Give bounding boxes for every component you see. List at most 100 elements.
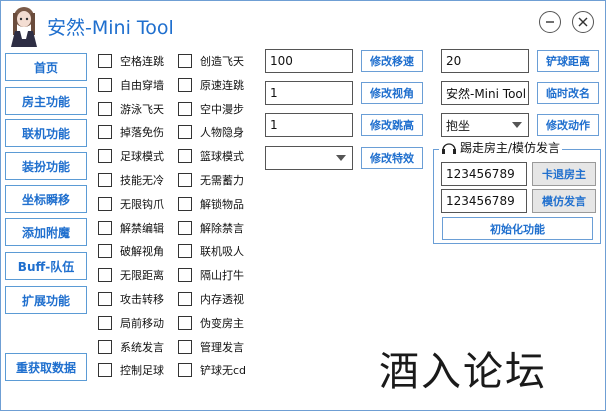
checkbox-box[interactable] (98, 101, 112, 116)
checkbox-label: 局前移动 (120, 316, 164, 330)
checkbox-box[interactable] (178, 77, 192, 92)
col1-checkbox-6[interactable]: 技能无冷 (98, 171, 164, 189)
col2-checkbox-11[interactable]: 内存透视 (178, 290, 244, 308)
checkbox-box[interactable] (98, 292, 112, 306)
minimize-button[interactable] (539, 11, 561, 33)
checkbox-label: 解禁编辑 (120, 221, 164, 235)
checkbox-box[interactable] (178, 315, 192, 330)
col2-checkbox-4[interactable]: 人物隐身 (178, 123, 244, 141)
checkbox-label: 空中漫步 (200, 102, 244, 116)
nav-button-1[interactable]: 首页 (5, 53, 87, 81)
col1-checkbox-10[interactable]: 无限距离 (98, 266, 164, 284)
nav-button-2[interactable]: 房主功能 (5, 87, 87, 115)
effect-select[interactable] (265, 146, 353, 170)
nav-button-5[interactable]: 坐标瞬移 (5, 185, 87, 213)
nav-button-4[interactable]: 装扮功能 (5, 152, 87, 180)
checkbox-box[interactable] (178, 220, 192, 235)
checkbox-label: 技能无冷 (120, 174, 164, 187)
checkbox-box[interactable] (98, 196, 112, 211)
col2-checkbox-13[interactable]: 管理发言 (178, 338, 244, 356)
kick-host-button[interactable]: 卡退房主 (532, 162, 596, 186)
checkbox-box[interactable] (178, 101, 192, 116)
imitate-id-input[interactable]: 123456789 (441, 189, 527, 213)
modify-jump-button[interactable]: 修改跳高 (361, 114, 423, 136)
col2-checkbox-3[interactable]: 空中漫步 (178, 100, 244, 118)
tackle-distance-button[interactable]: 铲球距离 (537, 50, 599, 72)
checkbox-box[interactable] (98, 315, 112, 330)
minimize-icon (546, 21, 554, 23)
nav-button-3[interactable]: 联机功能 (5, 119, 87, 147)
modify-view-button[interactable]: 修改视角 (361, 82, 423, 104)
col2-checkbox-14[interactable]: 铲球无cd (178, 361, 246, 379)
col2-checkbox-1[interactable]: 创造飞天 (178, 52, 244, 70)
col1-checkbox-14[interactable]: 控制足球 (98, 361, 164, 379)
checkbox-box[interactable] (178, 173, 192, 187)
checkbox-box[interactable] (178, 363, 192, 378)
checkbox-label: 自由穿墙 (120, 78, 164, 92)
modify-action-button[interactable]: 修改动作 (537, 114, 599, 136)
col1-checkbox-3[interactable]: 游泳飞天 (98, 100, 164, 118)
col1-checkbox-11[interactable]: 攻击转移 (98, 290, 164, 308)
view-input[interactable]: 1 (265, 81, 353, 105)
checkbox-label: 解除禁言 (200, 221, 244, 235)
checkbox-label: 空格连跳 (120, 55, 164, 68)
col2-checkbox-7[interactable]: 解锁物品 (178, 195, 244, 213)
checkbox-box[interactable] (98, 54, 112, 68)
checkbox-box[interactable] (98, 149, 112, 164)
col1-checkbox-13[interactable]: 系统发言 (98, 338, 164, 356)
nav-button-6[interactable]: 添加附魔 (5, 218, 87, 246)
col1-checkbox-12[interactable]: 局前移动 (98, 314, 164, 332)
init-function-button[interactable]: 初始化功能 (442, 217, 593, 240)
checkbox-box[interactable] (178, 292, 192, 306)
col2-checkbox-2[interactable]: 原速连跳 (178, 76, 244, 94)
col2-checkbox-12[interactable]: 伪变房主 (178, 314, 244, 332)
col1-checkbox-7[interactable]: 无限钩爪 (98, 195, 164, 213)
name-input[interactable]: 安然-Mini Tool (441, 81, 529, 105)
checkbox-box[interactable] (98, 77, 112, 92)
action-select-value: 抱坐 (446, 118, 471, 133)
col2-checkbox-6[interactable]: 无需蓄力 (178, 171, 244, 189)
col2-checkbox-5[interactable]: 篮球模式 (178, 147, 244, 165)
kick-id-input[interactable]: 123456789 (441, 162, 527, 186)
checkbox-box[interactable] (98, 363, 112, 378)
checkbox-box[interactable] (178, 125, 192, 140)
col2-checkbox-9[interactable]: 联机吸人 (178, 242, 244, 260)
action-select[interactable]: 抱坐 (441, 113, 529, 137)
checkbox-box[interactable] (178, 339, 192, 354)
checkbox-label: 掉落免伤 (120, 126, 164, 140)
col1-checkbox-1[interactable]: 空格连跳 (98, 52, 164, 70)
checkbox-box[interactable] (178, 54, 192, 68)
checkbox-box[interactable] (98, 268, 112, 283)
checkbox-box[interactable] (178, 196, 192, 211)
reload-data-button[interactable]: 重获取数据 (5, 353, 87, 381)
checkbox-box[interactable] (178, 149, 192, 164)
modify-speed-button[interactable]: 修改移速 (361, 50, 423, 72)
temp-rename-button[interactable]: 临时改名 (537, 82, 599, 104)
imitate-speak-button[interactable]: 模仿发言 (532, 189, 596, 213)
checkbox-box[interactable] (98, 244, 112, 259)
checkbox-box[interactable] (98, 339, 112, 354)
checkbox-label: 铲球无cd (200, 364, 247, 378)
col2-checkbox-8[interactable]: 解除禁言 (178, 219, 244, 237)
nav-button-8[interactable]: 扩展功能 (5, 286, 87, 314)
close-button[interactable] (572, 11, 594, 33)
group-title-label: 踢走房主/模仿发言 (460, 141, 561, 155)
col1-checkbox-2[interactable]: 自由穿墙 (98, 76, 164, 94)
checkbox-box[interactable] (98, 125, 112, 140)
modify-effect-button[interactable]: 修改特效 (361, 147, 423, 169)
speed-input[interactable]: 100 (265, 49, 353, 73)
col1-checkbox-8[interactable]: 解禁编辑 (98, 219, 164, 237)
checkbox-box[interactable] (98, 173, 112, 187)
col1-checkbox-4[interactable]: 掉落免伤 (98, 123, 164, 141)
col1-checkbox-9[interactable]: 破解视角 (98, 242, 164, 260)
jump-input[interactable]: 1 (265, 113, 353, 137)
nav-button-7[interactable]: Buff-队伍 (5, 252, 87, 280)
col2-checkbox-10[interactable]: 隔山打牛 (178, 266, 244, 284)
checkbox-label: 管理发言 (200, 340, 244, 354)
tackle-distance-input[interactable]: 20 (441, 49, 529, 73)
group-title: 踢走房主/模仿发言 (439, 139, 563, 156)
checkbox-box[interactable] (178, 268, 192, 283)
checkbox-box[interactable] (98, 220, 112, 235)
col1-checkbox-5[interactable]: 足球模式 (98, 147, 164, 165)
checkbox-box[interactable] (178, 244, 192, 259)
